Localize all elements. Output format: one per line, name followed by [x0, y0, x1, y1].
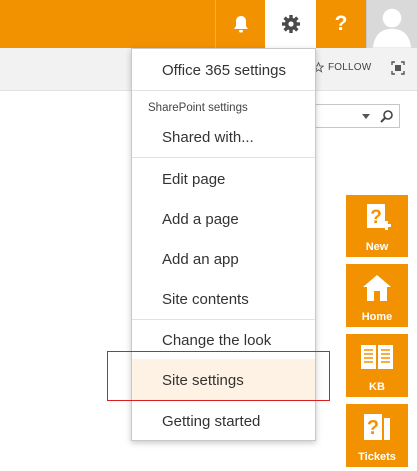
tile-kb[interactable]: KB [346, 334, 408, 397]
svg-text:?: ? [370, 207, 382, 228]
search-icon[interactable] [379, 109, 394, 124]
new-page-icon: ? [367, 204, 391, 230]
follow-label: FOLLOW [328, 62, 372, 73]
suite-bar: ? [0, 0, 417, 48]
ticket-icon: ? [364, 414, 390, 440]
menu-separator [132, 157, 315, 158]
tile-label: New [365, 241, 389, 253]
tile-label: Tickets [358, 451, 396, 463]
menu-item-edit-page[interactable]: Edit page [132, 170, 315, 190]
menu-item-site-contents[interactable]: Site contents [132, 290, 315, 310]
menu-item-change-the-look[interactable]: Change the look [132, 331, 315, 351]
book-icon [361, 345, 393, 369]
menu-separator [132, 90, 315, 91]
home-icon [363, 275, 391, 301]
settings-button[interactable] [265, 0, 316, 48]
menu-item-add-a-page[interactable]: Add a page [132, 210, 315, 230]
avatar-icon [372, 8, 412, 48]
tile-label: Home [361, 311, 393, 323]
menu-item-getting-started[interactable]: Getting started [132, 412, 315, 432]
follow-button[interactable]: FOLLOW [313, 62, 371, 73]
search-scope-dropdown-icon[interactable] [362, 114, 370, 119]
svg-text:?: ? [367, 417, 379, 439]
menu-item-shared-with[interactable]: Shared with... [132, 128, 315, 148]
help-button[interactable]: ? [316, 0, 366, 48]
notifications-button[interactable] [215, 0, 265, 48]
tile-tickets[interactable]: ? Tickets [346, 404, 408, 467]
help-icon: ? [334, 12, 348, 35]
bell-icon [233, 16, 248, 33]
menu-section-header: SharePoint settings [148, 102, 248, 114]
menu-item-office-365-settings[interactable]: Office 365 settings [132, 61, 315, 81]
menu-separator [132, 319, 315, 320]
gear-icon [281, 15, 300, 33]
focus-mode-icon[interactable] [391, 61, 405, 75]
tile-label: KB [369, 381, 385, 393]
menu-item-add-an-app[interactable]: Add an app [132, 250, 315, 270]
user-avatar[interactable] [366, 0, 417, 48]
tile-new[interactable]: ? New [346, 195, 408, 257]
highlight-callout-box [107, 351, 330, 401]
tile-home[interactable]: Home [346, 264, 408, 327]
